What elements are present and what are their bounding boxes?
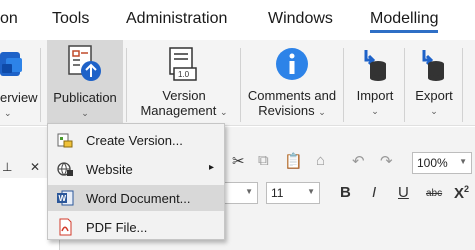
chevron-down-icon: ⌄ [371, 106, 379, 116]
chevron-down-icon: ⌄ [81, 108, 89, 118]
export-label: Export [415, 88, 453, 103]
menu-bar: on Tools Administration Windows Modellin… [0, 0, 475, 40]
submenu-arrow-icon: ▸ [208, 162, 214, 173]
ribbon-separator [343, 48, 344, 122]
version-management-label-line1: Version [162, 88, 206, 103]
font-size-select[interactable]: 11 ▼ [266, 182, 320, 204]
import-database-icon [364, 50, 386, 81]
chevron-down-icon: ▼ [245, 187, 253, 196]
publication-label: Publication [53, 90, 117, 105]
overview-icon [0, 52, 22, 76]
menu-item-label: Website [86, 162, 133, 177]
font-size-value: 11 [271, 186, 284, 200]
menu-item-label: PDF File... [86, 220, 148, 235]
menu-item-label: Word Document... [86, 191, 191, 206]
export-button[interactable]: Export ⌄ [408, 40, 460, 126]
redo-icon[interactable]: ↷ [380, 152, 393, 170]
overview-button[interactable]: erview ⌄ [0, 40, 40, 126]
publication-dropdown-menu: Create Version... Website ▸ W Word Docum… [47, 123, 225, 240]
import-button[interactable]: Import ⌄ [348, 40, 402, 126]
underline-button[interactable]: U [398, 184, 409, 201]
superscript-x: X [454, 185, 465, 202]
version-management-label-row: Management ⌄ [130, 103, 238, 120]
close-icon[interactable]: ✕ [30, 160, 40, 174]
pin-icon[interactable]: ⊥ [2, 160, 12, 174]
zoom-value: 100% [417, 156, 448, 170]
font-family-select[interactable]: ▼ [222, 182, 258, 204]
menu-item-website[interactable]: Website ▸ [48, 156, 224, 182]
menu-tab-windows[interactable]: Windows [268, 10, 333, 28]
version-management-label-line2: Management [140, 103, 217, 118]
import-label: Import [356, 88, 394, 103]
ribbon-separator [240, 48, 241, 122]
menu-tab-modelling[interactable]: Modelling [370, 10, 439, 33]
svg-text:W: W [59, 194, 67, 203]
menu-item-word-document[interactable]: W Word Document... [48, 185, 224, 211]
info-icon [276, 48, 308, 80]
menu-item-label: Create Version... [86, 133, 183, 148]
menu-tab-partial[interactable]: on [0, 10, 18, 28]
version-management-button[interactable]: 1.0 Version Management ⌄ [130, 40, 238, 126]
zoom-select[interactable]: 100% ▼ [412, 152, 472, 174]
create-version-icon [57, 133, 73, 148]
chevron-down-icon: ⌄ [4, 108, 12, 118]
svg-text:1.0: 1.0 [178, 70, 190, 79]
menu-tab-administration[interactable]: Administration [126, 10, 227, 28]
format-painter-icon[interactable]: ⌂ [316, 152, 325, 169]
paste-icon[interactable]: 📋 [284, 152, 303, 170]
comments-label-line1: Comments and [247, 88, 337, 103]
website-icon [57, 162, 73, 176]
publication-button[interactable]: Publication ⌄ [47, 40, 123, 126]
ribbon-separator [40, 48, 41, 122]
superscript-button[interactable]: X2 [454, 184, 469, 202]
cut-icon[interactable]: ✂ [232, 152, 245, 170]
strikethrough-button[interactable]: abc [426, 188, 442, 199]
menu-tab-tools[interactable]: Tools [52, 10, 89, 28]
bold-button[interactable]: B [340, 184, 351, 201]
ribbon: erview ⌄ Publication ⌄ 1.0 Version Manag… [0, 40, 475, 126]
chevron-down-icon: ⌄ [430, 106, 438, 116]
export-database-icon [422, 50, 444, 81]
comments-revisions-button[interactable]: Comments and Revisions ⌄ [244, 40, 340, 126]
comments-label-line2: Revisions [258, 103, 315, 118]
chevron-down-icon: ⌄ [318, 107, 326, 117]
publication-icon [68, 45, 101, 81]
chevron-down-icon: ▼ [307, 187, 315, 196]
comments-label-row: Revisions ⌄ [244, 103, 340, 120]
word-icon: W [57, 190, 74, 206]
pdf-icon [59, 218, 72, 236]
undo-icon[interactable]: ↶ [352, 152, 365, 170]
chevron-down-icon: ▼ [459, 157, 467, 166]
ribbon-separator [404, 48, 405, 122]
chevron-down-icon: ⌄ [219, 107, 228, 117]
overview-label: erview [0, 90, 38, 105]
version-management-icon: 1.0 [169, 47, 197, 81]
ribbon-separator [462, 48, 463, 122]
italic-button[interactable]: I [372, 184, 376, 201]
menu-item-create-version[interactable]: Create Version... [48, 127, 224, 153]
ribbon-separator [126, 48, 127, 122]
menu-item-pdf-file[interactable]: PDF File... [48, 214, 224, 240]
copy-icon[interactable]: ⧉ [258, 152, 269, 169]
